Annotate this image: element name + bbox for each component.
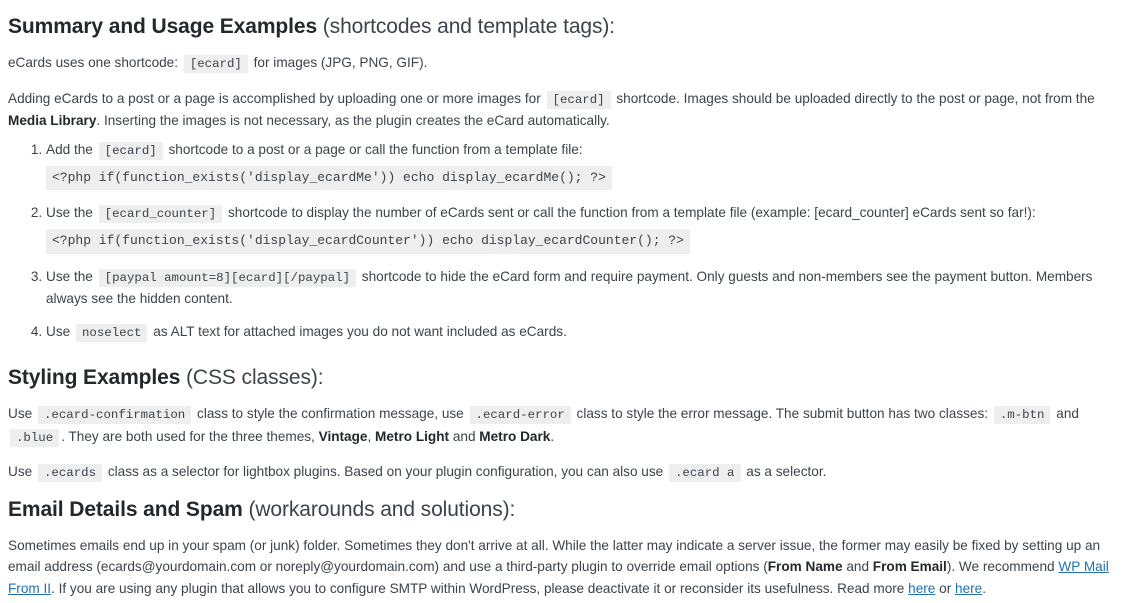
code-display-ecardme: <?php if(function_exists('display_ecardM… xyxy=(46,166,612,191)
summary-heading-main: Summary and Usage Examples xyxy=(8,15,318,38)
code-ecard-error: .ecard-error xyxy=(469,406,571,425)
email-p1-text-c: ). We recommend xyxy=(946,559,1055,575)
email-heading-main: Email Details and Spam xyxy=(8,498,243,522)
intro2-text-b: shortcode. Images should be uploaded dir… xyxy=(616,90,1095,106)
styling-heading-main: Styling Examples xyxy=(8,366,181,390)
code-ecard-confirmation: .ecard-confirmation xyxy=(37,406,192,425)
step1-text-a: Add the xyxy=(46,141,93,157)
styling-p1-text-f: , xyxy=(367,428,372,444)
code-ecards-selector: .ecards xyxy=(37,463,103,482)
code-ecard-a-selector: .ecard a xyxy=(669,463,741,482)
theme-metro-light-bold: Metro Light xyxy=(375,428,450,444)
code-step1-shortcode: [ecard] xyxy=(98,141,163,160)
styling-paragraph-1: Use .ecard-confirmation class to style t… xyxy=(8,394,1120,451)
step3-text-a: Use the xyxy=(46,268,93,284)
email-paragraph-1: Sometimes emails end up in your spam (or… xyxy=(8,526,1120,602)
code-m-btn: .m-btn xyxy=(993,406,1051,425)
code-ecard-counter-shortcode: [ecard_counter] xyxy=(98,205,223,224)
code-ecard-shortcode-2: [ecard] xyxy=(546,90,611,109)
step4-text-a: Use xyxy=(46,323,71,339)
email-p1-text-d: . If you are using any plugin that allow… xyxy=(51,580,905,596)
styling-p1-text-g: and xyxy=(452,428,476,444)
step2-text-b: shortcode to display the number of eCard… xyxy=(227,205,1036,221)
list-item: Use the [paypal amount=8][ecard][/paypal… xyxy=(46,266,1120,321)
summary-heading-sub: (shortcodes and template tags): xyxy=(317,15,616,38)
intro1-text-a: eCards uses one shortcode: xyxy=(8,55,179,71)
read-more-here-link-1[interactable]: here xyxy=(908,581,935,596)
styling-p1-text-h: . xyxy=(550,428,555,444)
usage-steps-list: Add the [ecard] shortcode to a post or a… xyxy=(8,139,1120,355)
email-heading-sub: (workarounds and solutions): xyxy=(242,498,516,522)
list-item: Add the [ecard] shortcode to a post or a… xyxy=(46,139,1120,202)
intro2-text-a: Adding eCards to a post or a page is acc… xyxy=(8,90,541,106)
code-display-ecardcounter: <?php if(function_exists('display_ecardC… xyxy=(46,229,690,254)
theme-vintage-bold: Vintage xyxy=(318,428,368,444)
intro2-media-library-bold: Media Library xyxy=(8,112,97,128)
styling-p2-text-b: class as a selector for lightbox plugins… xyxy=(107,463,664,479)
styling-p1-text-d: and xyxy=(1056,406,1079,422)
styling-heading-sub: (CSS classes): xyxy=(180,366,324,390)
documentation-page: Summary and Usage Examples (shortcodes a… xyxy=(0,0,1130,603)
summary-intro-paragraph-1: eCards uses one shortcode: [ecard] for i… xyxy=(8,43,1120,78)
styling-p2-text-c: as a selector. xyxy=(746,463,827,479)
intro1-text-b: for images (JPG, PNG, GIF). xyxy=(253,55,428,71)
code-noselect: noselect xyxy=(75,323,148,342)
code-blue: .blue xyxy=(10,428,60,447)
styling-p1-text-a: Use xyxy=(8,406,33,422)
step4-text-b: as ALT text for attached images you do n… xyxy=(153,323,567,339)
step2-code-line: <?php if(function_exists('display_ecardC… xyxy=(46,226,1120,254)
theme-metro-dark-bold: Metro Dark xyxy=(479,428,551,444)
step2-text-a: Use the xyxy=(46,205,93,221)
from-name-bold: From Name xyxy=(767,559,843,575)
summary-section-heading: Summary and Usage Examples (shortcodes a… xyxy=(8,4,1120,43)
list-item: Use the [ecard_counter] shortcode to dis… xyxy=(46,202,1120,265)
step1-code-line: <?php if(function_exists('display_ecardM… xyxy=(46,163,1120,191)
summary-intro-paragraph-2: Adding eCards to a post or a page is acc… xyxy=(8,79,1120,135)
from-email-bold: From Email xyxy=(872,559,947,575)
styling-p2-text-a: Use xyxy=(8,463,33,479)
styling-paragraph-2: Use .ecards class as a selector for ligh… xyxy=(8,452,1120,487)
read-more-here-link-2[interactable]: here xyxy=(955,581,982,596)
email-section-heading: Email Details and Spam (workarounds and … xyxy=(8,487,1120,526)
email-p1-text-f: . xyxy=(982,580,987,596)
code-paypal-shortcode: [paypal amount=8][ecard][/paypal] xyxy=(98,268,357,287)
styling-p1-text-e: . They are both used for the three theme… xyxy=(61,428,315,444)
styling-p1-text-b: class to style the confirmation message,… xyxy=(197,406,464,422)
intro2-text-c: . Inserting the images is not necessary,… xyxy=(96,112,610,128)
step1-text-b: shortcode to a post or a page or call th… xyxy=(168,141,583,157)
list-item: Use noselect as ALT text for attached im… xyxy=(46,321,1120,355)
email-p1-text-e: or xyxy=(939,580,952,596)
styling-p1-text-c: class to style the error message. The su… xyxy=(576,406,989,422)
styling-section-heading: Styling Examples (CSS classes): xyxy=(8,355,1120,394)
email-p1-text-b: and xyxy=(846,559,870,575)
code-ecard-shortcode: [ecard] xyxy=(183,55,248,74)
